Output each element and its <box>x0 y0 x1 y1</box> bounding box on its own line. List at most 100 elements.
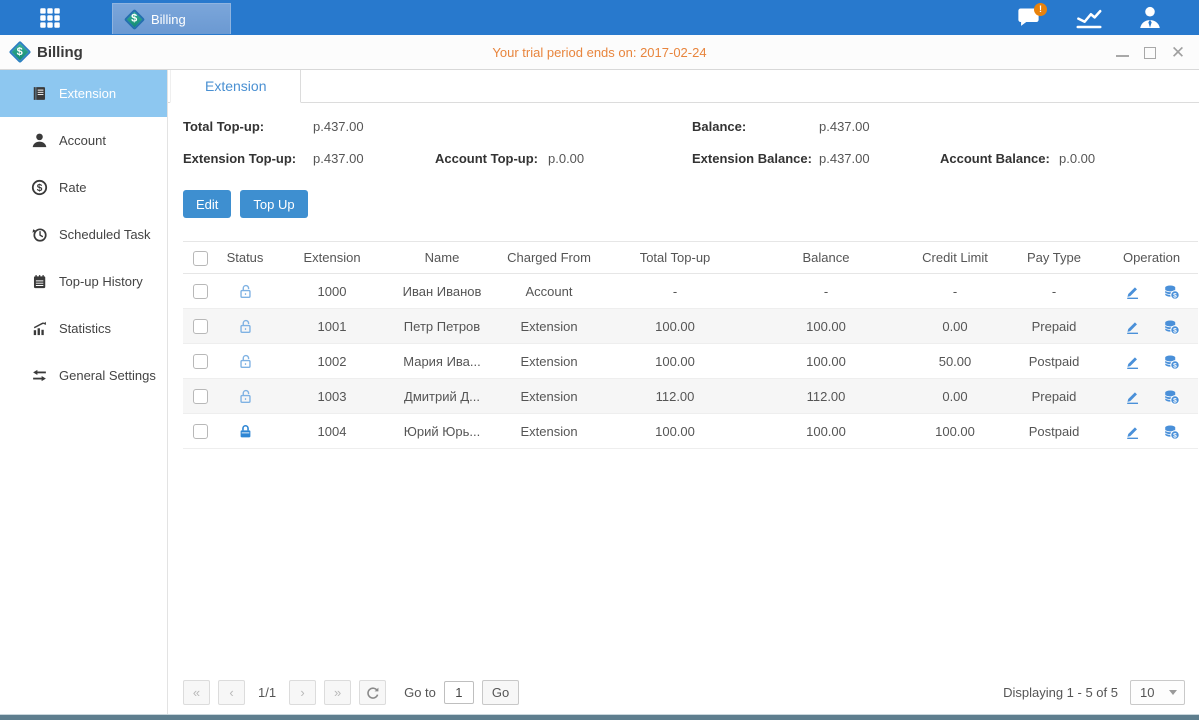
charged-from-cell: Extension <box>493 414 605 449</box>
apps-grid-icon <box>37 5 63 31</box>
credit-limit-cell: 100.00 <box>907 414 1003 449</box>
billing-diamond-icon: $ <box>124 8 145 29</box>
chevron-down-icon <box>1169 690 1177 695</box>
column-header: Operation <box>1105 242 1198 274</box>
pay-type-cell: Postpaid <box>1003 414 1105 449</box>
maximize-button[interactable] <box>1144 47 1156 59</box>
displaying-count: Displaying 1 - 5 of 5 <box>1003 685 1118 700</box>
column-header: Charged From <box>493 242 605 274</box>
billing-app-tab[interactable]: $ Billing <box>112 3 231 34</box>
row-checkbox[interactable] <box>193 319 208 334</box>
next-page-button[interactable]: › <box>289 680 316 705</box>
balance-cell: 100.00 <box>745 414 907 449</box>
scheduled-task-icon <box>31 226 48 243</box>
edit-pencil-icon[interactable] <box>1124 423 1141 440</box>
extension-topup-value: p.437.00 <box>313 151 435 166</box>
tab-extension[interactable]: Extension <box>170 70 301 103</box>
table-header-row: StatusExtensionNameCharged FromTotal Top… <box>183 242 1198 274</box>
general-settings-icon <box>31 367 48 384</box>
sidebar-item-label: Top-up History <box>59 274 143 289</box>
column-header: Extension <box>273 242 391 274</box>
user-menu-button[interactable] <box>1133 3 1167 33</box>
name-cell: Юрий Юрь... <box>391 414 493 449</box>
pay-type-cell: Prepaid <box>1003 379 1105 414</box>
credit-limit-cell: 0.00 <box>907 309 1003 344</box>
action-buttons: Edit Top Up <box>183 190 1185 218</box>
notifications-button[interactable]: ! <box>1011 3 1045 33</box>
app-launcher-button[interactable] <box>28 0 72 35</box>
total-topup-cell: 100.00 <box>605 309 745 344</box>
table-row: 1003 Дмитрий Д... Extension 112.00 112.0… <box>183 379 1198 414</box>
row-checkbox[interactable] <box>193 389 208 404</box>
edit-pencil-icon[interactable] <box>1124 283 1141 300</box>
sidebar-item-extension[interactable]: Extension <box>0 70 167 117</box>
prev-page-button[interactable]: ‹ <box>218 680 245 705</box>
lock-open-icon[interactable] <box>237 318 254 335</box>
billing-diamond-icon: $ <box>9 41 32 64</box>
extension-balance-value: p.437.00 <box>819 151 940 166</box>
edit-pencil-icon[interactable] <box>1124 318 1141 335</box>
topup-coins-icon[interactable] <box>1163 318 1180 335</box>
page-indicator: 1/1 <box>258 685 276 700</box>
edit-pencil-icon[interactable] <box>1124 353 1141 370</box>
first-page-button[interactable]: « <box>183 680 210 705</box>
extension-cell: 1004 <box>273 414 391 449</box>
top-up-button[interactable]: Top Up <box>240 190 307 218</box>
resource-monitor-button[interactable] <box>1072 3 1106 33</box>
balance-cell: 100.00 <box>745 309 907 344</box>
topup-coins-icon[interactable] <box>1163 388 1180 405</box>
select-all-checkbox[interactable] <box>193 251 208 266</box>
minimize-button[interactable] <box>1116 49 1129 57</box>
row-checkbox[interactable] <box>193 354 208 369</box>
charged-from-cell: Extension <box>493 379 605 414</box>
extension-cell: 1000 <box>273 274 391 309</box>
sidebar: Extension Account Rate Scheduled Task To… <box>0 70 168 714</box>
sidebar-item-rate[interactable]: Rate <box>0 164 167 211</box>
charged-from-cell: Account <box>493 274 605 309</box>
sidebar-item-top-up-history[interactable]: Top-up History <box>0 258 167 305</box>
sidebar-item-general-settings[interactable]: General Settings <box>0 352 167 399</box>
page-size-value: 10 <box>1140 685 1154 700</box>
sidebar-item-account[interactable]: Account <box>0 117 167 164</box>
goto-page-input[interactable] <box>444 681 474 704</box>
balance-cell: 100.00 <box>745 344 907 379</box>
lock-closed-icon[interactable] <box>237 423 254 440</box>
go-button[interactable]: Go <box>482 680 519 705</box>
sidebar-item-scheduled-task[interactable]: Scheduled Task <box>0 211 167 258</box>
table-row: 1000 Иван Иванов Account - - - - <box>183 274 1198 309</box>
row-checkbox[interactable] <box>193 424 208 439</box>
balance-value: p.437.00 <box>819 119 940 134</box>
last-page-button[interactable]: » <box>324 680 351 705</box>
top-bar: $ Billing ! <box>0 0 1199 35</box>
name-cell: Иван Иванов <box>391 274 493 309</box>
total-topup-cell: 100.00 <box>605 414 745 449</box>
refresh-button[interactable] <box>359 680 386 705</box>
table-row: 1002 Мария Ива... Extension 100.00 100.0… <box>183 344 1198 379</box>
pay-type-cell: Prepaid <box>1003 309 1105 344</box>
row-checkbox[interactable] <box>193 284 208 299</box>
edit-button[interactable]: Edit <box>183 190 231 218</box>
page-size-select[interactable]: 10 <box>1130 680 1185 705</box>
topup-coins-icon[interactable] <box>1163 283 1180 300</box>
sidebar-item-label: Account <box>59 133 106 148</box>
extension-cell: 1003 <box>273 379 391 414</box>
lock-open-icon[interactable] <box>237 353 254 370</box>
tab-strip: Extension <box>168 70 1199 103</box>
lock-open-icon[interactable] <box>237 283 254 300</box>
topup-history-icon <box>31 273 48 290</box>
lock-open-icon[interactable] <box>237 388 254 405</box>
close-button[interactable]: ✕ <box>1171 46 1185 60</box>
extension-cell: 1002 <box>273 344 391 379</box>
rate-icon <box>31 179 48 196</box>
topup-coins-icon[interactable] <box>1163 423 1180 440</box>
extension-cell: 1001 <box>273 309 391 344</box>
app-window: $ Billing ! $ Billing Your trial period … <box>0 0 1199 720</box>
sidebar-item-statistics[interactable]: Statistics <box>0 305 167 352</box>
column-header: Pay Type <box>1003 242 1105 274</box>
column-header: Total Top-up <box>605 242 745 274</box>
topup-coins-icon[interactable] <box>1163 353 1180 370</box>
account-icon <box>31 132 48 149</box>
user-icon <box>1136 4 1164 32</box>
edit-pencil-icon[interactable] <box>1124 388 1141 405</box>
trial-period-notice: Your trial period ends on: 2017-02-24 <box>0 45 1199 60</box>
